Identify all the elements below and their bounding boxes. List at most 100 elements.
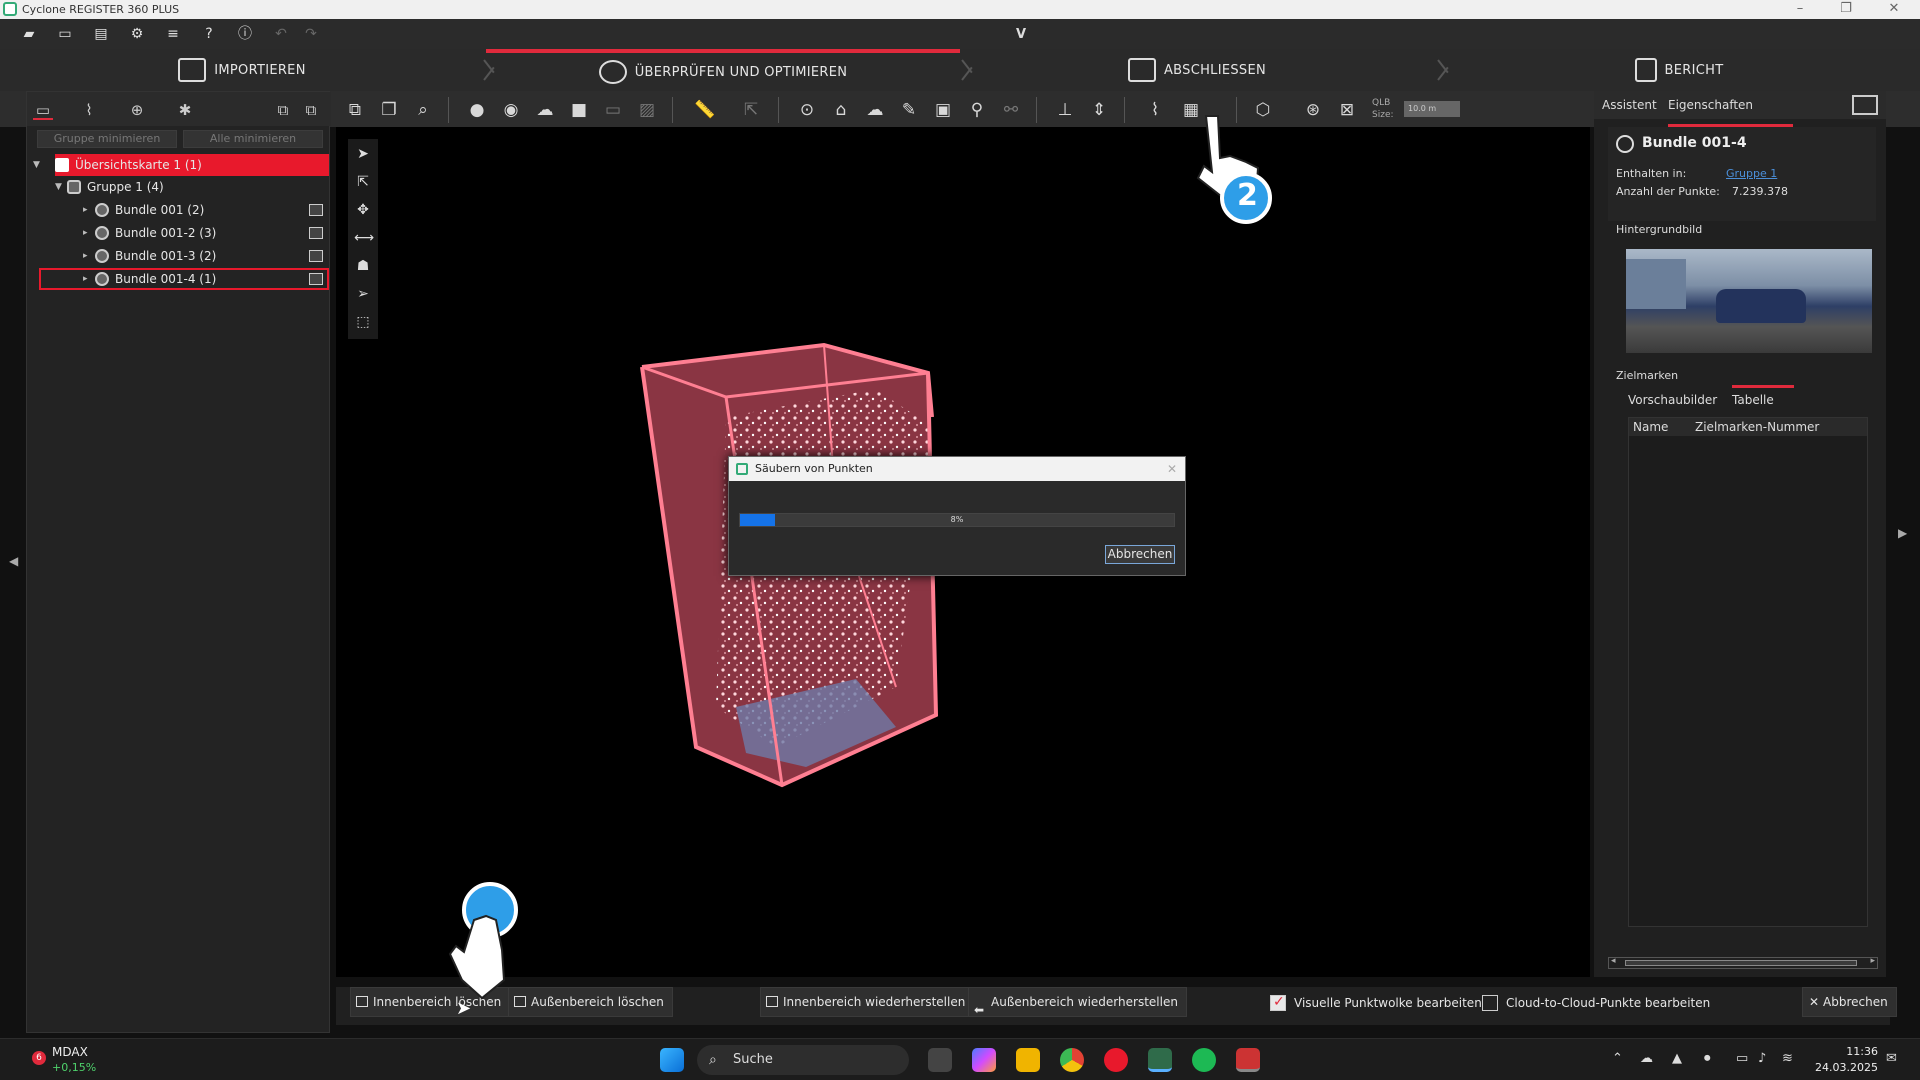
tag-icon[interactable]: ⌂ bbox=[830, 99, 852, 121]
taskbar-search[interactable]: ⌕ Suche bbox=[697, 1045, 909, 1075]
frame-icon[interactable]: ▭ bbox=[602, 99, 624, 121]
transform-icon[interactable]: ⇕ bbox=[1088, 99, 1110, 121]
gear-icon[interactable]: ⚙ bbox=[129, 26, 145, 42]
detach-panel-icon[interactable] bbox=[1852, 95, 1878, 115]
horizontal-scrollbar[interactable]: ◂ ▸ bbox=[1608, 956, 1878, 969]
collapse-left-arrow[interactable]: ◀ bbox=[9, 554, 18, 568]
info-icon[interactable]: ⓘ bbox=[237, 26, 253, 42]
maximize-button[interactable]: ❐ bbox=[1826, 1, 1866, 16]
expand-arrow-icon[interactable]: ▸ bbox=[83, 222, 95, 244]
database-icon[interactable]: ≡ bbox=[165, 26, 181, 42]
book-icon[interactable]: ▤ bbox=[93, 26, 109, 42]
expand-arrow-icon[interactable]: ▸ bbox=[83, 199, 95, 221]
app-icon[interactable] bbox=[1104, 1048, 1128, 1072]
image-icon[interactable]: ▨ bbox=[636, 99, 658, 121]
image-icon[interactable] bbox=[309, 250, 323, 262]
tree-item-overview-map[interactable]: ▼ Übersichtskarte 1 (1) bbox=[33, 154, 329, 176]
minimize-button[interactable]: – bbox=[1780, 1, 1820, 16]
stock-widget[interactable]: 6 MDAX +0,15% bbox=[22, 1045, 142, 1077]
snipping-tool-icon[interactable] bbox=[1236, 1048, 1260, 1072]
ruler-icon[interactable]: 📏 bbox=[694, 99, 716, 121]
camera-icon[interactable]: ▣ bbox=[932, 99, 954, 121]
copilot-icon[interactable] bbox=[972, 1048, 996, 1072]
spotify-icon[interactable] bbox=[1192, 1048, 1216, 1072]
tab-table[interactable]: Tabelle bbox=[1732, 385, 1794, 407]
step-review[interactable]: ÜBERPRÜFEN UND OPTIMIEREN bbox=[486, 49, 960, 91]
cloud-icon[interactable]: ☁ bbox=[864, 99, 886, 121]
square-icon[interactable]: ■ bbox=[568, 99, 590, 121]
chrome-icon[interactable] bbox=[1060, 1048, 1084, 1072]
delete-outer-button[interactable]: Außenbereich löschen bbox=[508, 987, 673, 1017]
edit-visual-checkbox[interactable] bbox=[1270, 994, 1286, 1011]
expand-arrow-icon[interactable]: ▸ bbox=[83, 245, 95, 267]
globe-tab-icon[interactable]: ⊕ bbox=[127, 100, 147, 120]
collapse-marker[interactable]: V bbox=[1016, 27, 1026, 42]
drive-icon[interactable]: ▲ bbox=[1672, 1051, 1682, 1066]
task-view-icon[interactable] bbox=[928, 1048, 952, 1072]
close-button[interactable]: ✕ bbox=[1874, 1, 1914, 16]
step-report[interactable]: BERICHT bbox=[1444, 49, 1914, 91]
folder-open-icon[interactable]: ▰ bbox=[21, 26, 37, 42]
step-import[interactable]: IMPORTIEREN bbox=[0, 49, 484, 91]
axis-icon[interactable]: ⊥ bbox=[1054, 99, 1076, 121]
link-bundle-icon[interactable]: ⧉ bbox=[273, 100, 293, 120]
tray-chevron-icon[interactable]: ⌃ bbox=[1612, 1051, 1623, 1066]
restore-outer-button[interactable]: ⬅ Außenbereich wiederherstellen bbox=[968, 987, 1187, 1017]
tab-properties[interactable]: Eigenschaften bbox=[1668, 91, 1794, 127]
collapse-right-arrow[interactable]: ▶ bbox=[1898, 526, 1907, 540]
cyclone-icon[interactable] bbox=[1148, 1048, 1172, 1072]
cloud-stack-icon[interactable]: ☁ bbox=[534, 99, 556, 121]
pointer-icon[interactable]: ⇱ bbox=[740, 99, 762, 121]
onedrive-icon[interactable]: ☁ bbox=[1640, 1051, 1653, 1066]
edit-c2c-checkbox[interactable] bbox=[1482, 995, 1498, 1011]
unlink-bundle-icon[interactable]: ⧉ bbox=[301, 100, 321, 120]
clock-time[interactable]: 11:36 bbox=[1820, 1045, 1878, 1058]
settings-tab-icon[interactable]: ✱ bbox=[175, 100, 195, 120]
redo-icon[interactable]: ↷ bbox=[303, 26, 319, 42]
image-icon[interactable] bbox=[309, 227, 323, 239]
background-image-thumbnail[interactable] bbox=[1626, 249, 1872, 353]
image-icon[interactable] bbox=[309, 204, 323, 216]
col-name-header[interactable]: Name bbox=[1633, 418, 1668, 436]
dialog-close-button[interactable]: ✕ bbox=[1167, 457, 1177, 481]
folder-tab-icon[interactable]: ▭ bbox=[33, 100, 53, 120]
tab-assistant[interactable]: Assistent bbox=[1602, 98, 1657, 112]
restore-inner-button[interactable]: Innenbereich wiederherstellen bbox=[760, 987, 975, 1017]
volume-icon[interactable]: ♪ bbox=[1758, 1051, 1766, 1066]
tree-item-bundle[interactable]: ▸ Bundle 001-2 (3) bbox=[83, 222, 329, 244]
file-explorer-icon[interactable] bbox=[1016, 1048, 1040, 1072]
col-number-header[interactable]: Zielmarken-Nummer bbox=[1695, 418, 1819, 436]
minimize-group-button[interactable]: Gruppe minimieren bbox=[37, 130, 177, 148]
tree-item-bundle-selected[interactable]: ▸ Bundle 001-4 (1) bbox=[39, 268, 329, 290]
tree-item-bundle[interactable]: ▸ Bundle 001-3 (2) bbox=[83, 245, 329, 267]
dialog-cancel-button[interactable]: Abbrechen bbox=[1105, 545, 1175, 564]
tree-item-bundle[interactable]: ▸ Bundle 001 (2) bbox=[83, 199, 329, 221]
minimize-all-button[interactable]: Alle minimieren bbox=[183, 130, 323, 148]
tree-item-group[interactable]: ▼ Gruppe 1 (4) bbox=[55, 176, 329, 198]
expand-arrow-icon[interactable]: ▼ bbox=[33, 154, 45, 176]
help-icon[interactable]: ? bbox=[201, 26, 217, 42]
link-icon[interactable]: ⚯ bbox=[1000, 99, 1022, 121]
folder-icon[interactable]: ▭ bbox=[57, 26, 73, 42]
clock-date[interactable]: 24.03.2025 bbox=[1812, 1061, 1878, 1074]
notifications-icon[interactable]: ✉ bbox=[1886, 1051, 1897, 1066]
tab-thumbnails[interactable]: Vorschaubilder bbox=[1628, 393, 1717, 407]
clip-tab-icon[interactable]: ⌇ bbox=[79, 100, 99, 120]
pen-icon[interactable]: ✎ bbox=[898, 99, 920, 121]
target-icon[interactable]: ⊙ bbox=[796, 99, 818, 121]
view-options-icon[interactable]: ⊛ bbox=[1302, 99, 1324, 121]
microphone-icon[interactable]: ⏺ bbox=[1704, 1051, 1711, 1066]
step-finish[interactable]: ABSCHLIESSEN bbox=[966, 49, 1428, 91]
cancel-edit-button[interactable]: ✕ Abbrechen bbox=[1802, 987, 1897, 1017]
copy-view-icon[interactable]: ❐ bbox=[378, 99, 400, 121]
measure-icon[interactable]: ⊠ bbox=[1336, 99, 1358, 121]
windows-start-icon[interactable] bbox=[660, 1048, 684, 1072]
wifi-icon[interactable]: ≋ bbox=[1782, 1051, 1793, 1066]
zoom-fit-icon[interactable]: ⌕ bbox=[412, 99, 434, 121]
sphere-icon[interactable]: ◉ bbox=[500, 99, 522, 121]
location-pin-icon[interactable]: ⚲ bbox=[966, 99, 988, 121]
expand-arrow-icon[interactable]: ▼ bbox=[55, 176, 67, 198]
fence-icon[interactable]: ⌇ bbox=[1144, 99, 1166, 121]
image-icon[interactable] bbox=[309, 273, 323, 285]
layers-icon[interactable]: ⧉ bbox=[344, 99, 366, 121]
